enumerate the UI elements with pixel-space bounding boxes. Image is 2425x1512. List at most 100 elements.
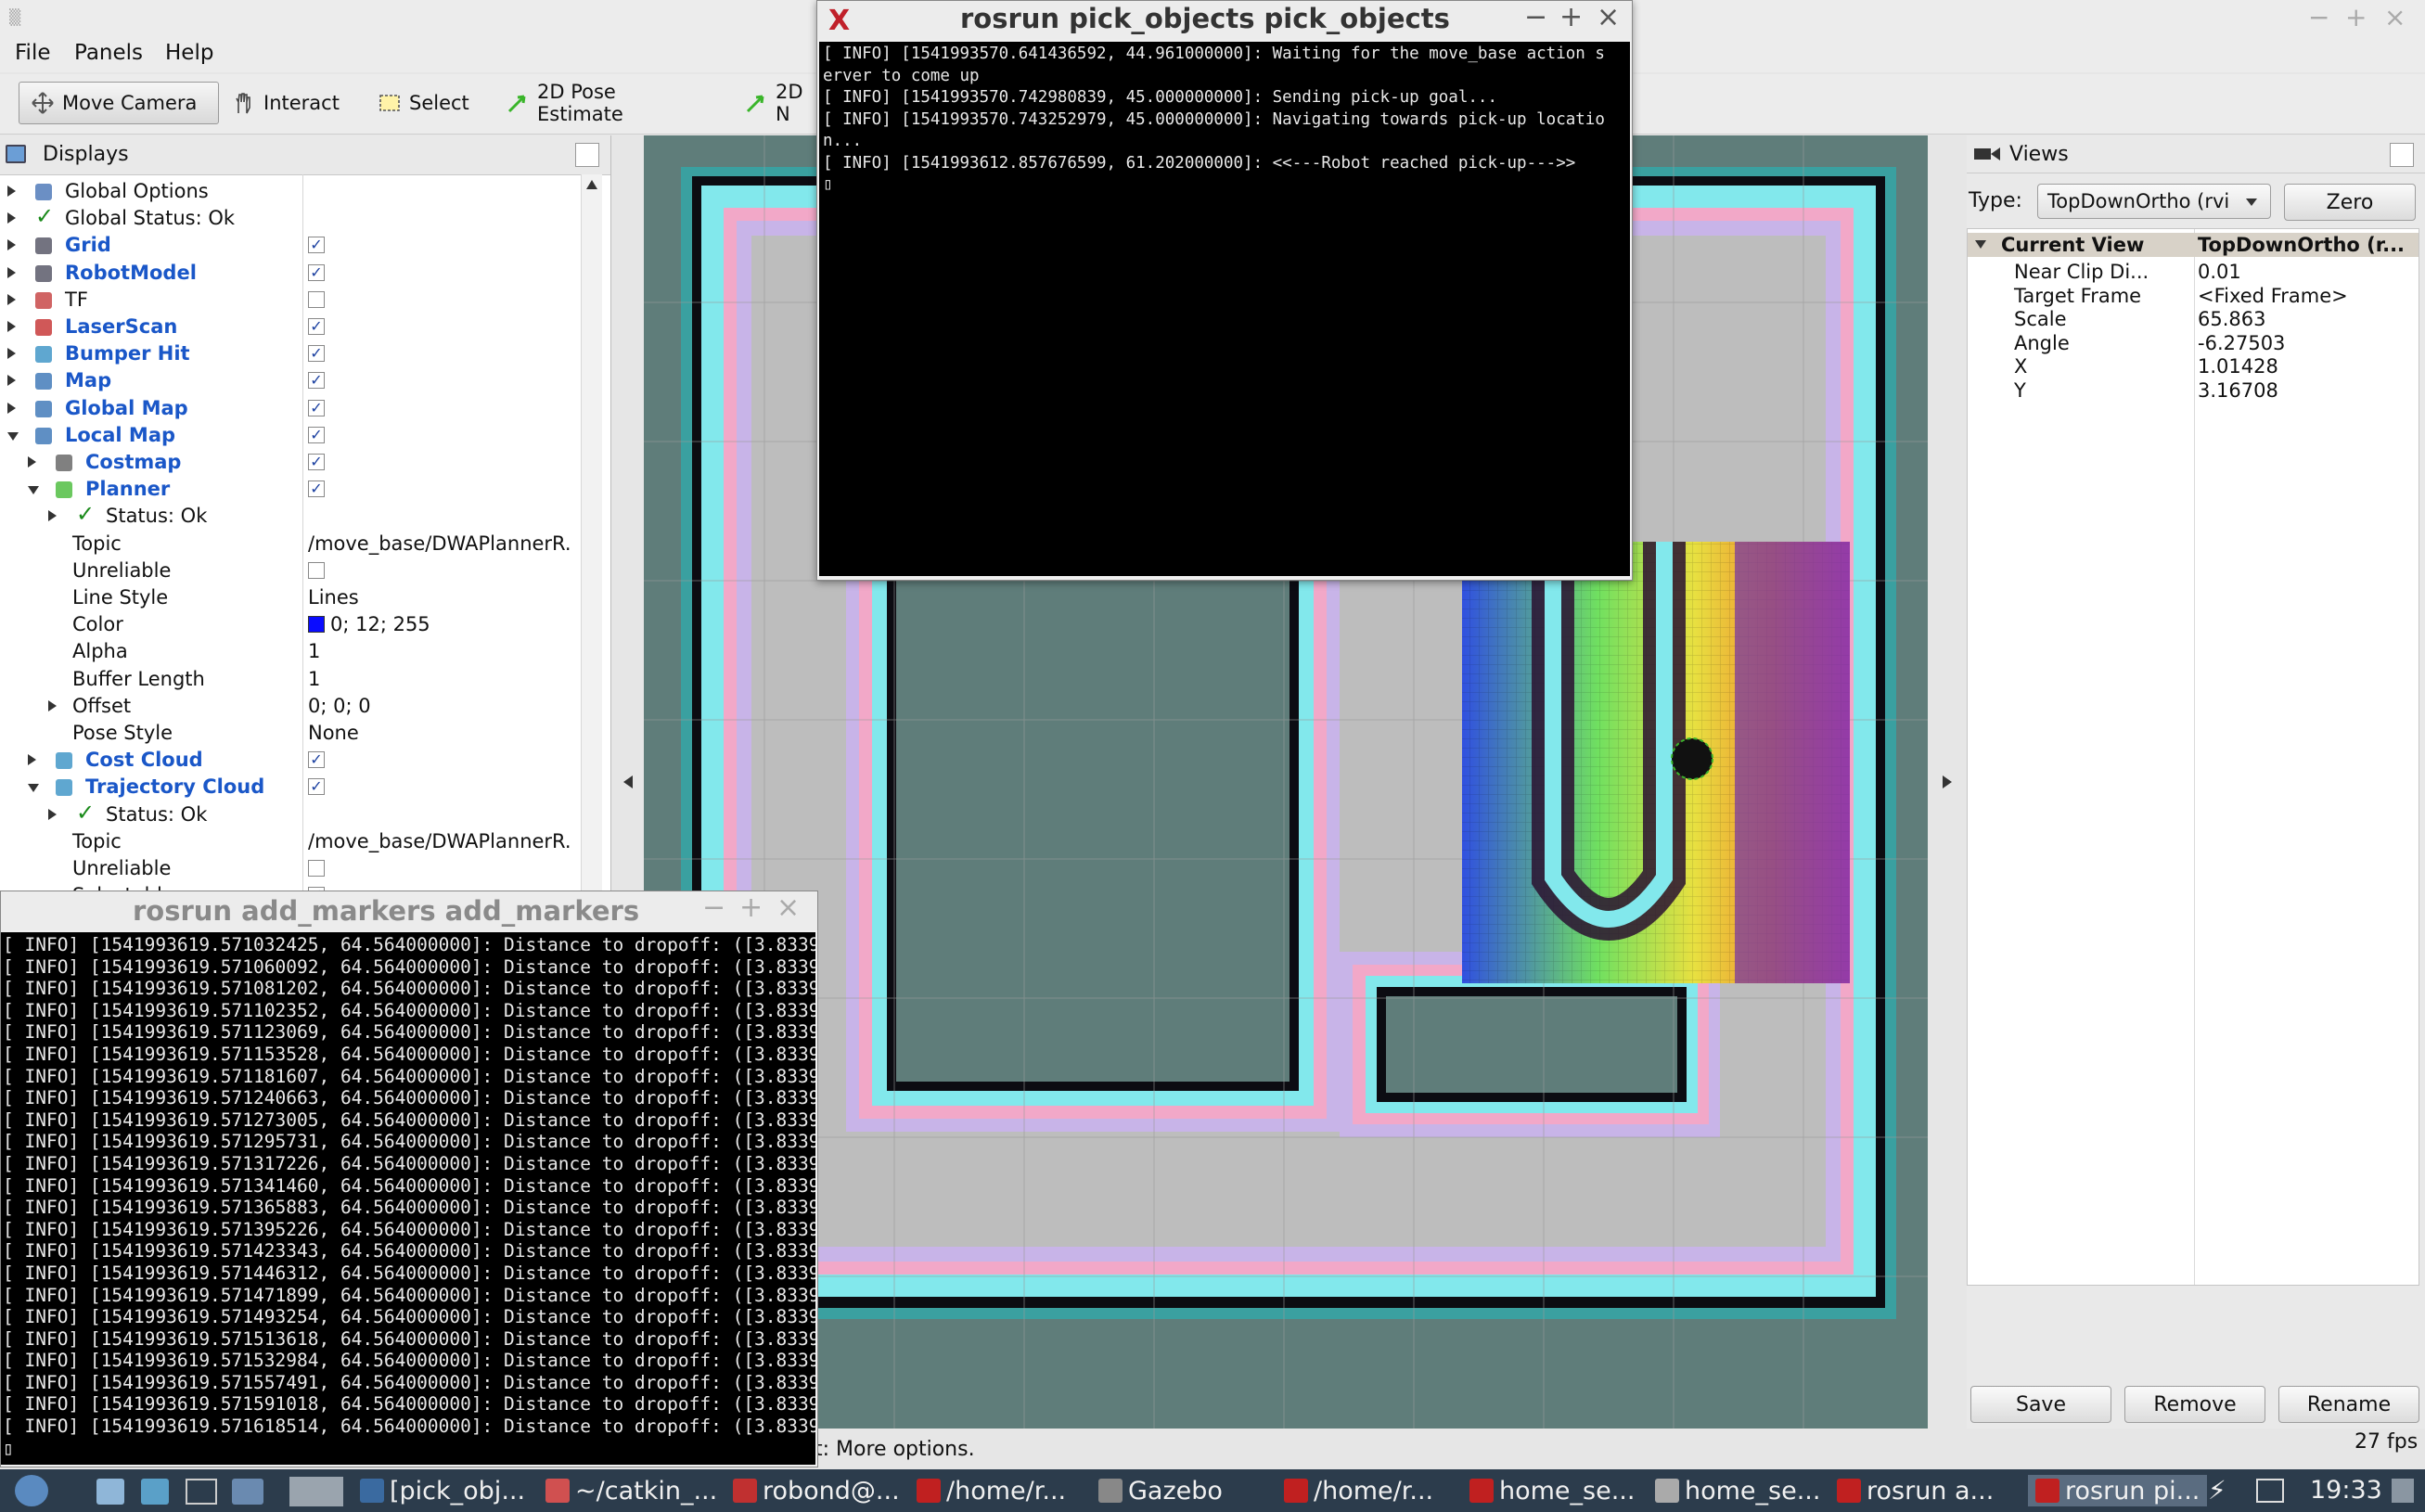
collapsed-arrow-icon[interactable]	[7, 239, 16, 251]
taskbar-window-button[interactable]: /home/r...	[917, 1475, 1066, 1506]
minimize-icon[interactable]: −	[702, 891, 725, 924]
window-icon[interactable]	[186, 1479, 217, 1505]
view-property-row[interactable]: Y 3.16708	[1968, 379, 2413, 404]
enable-checkbox[interactable]	[308, 290, 325, 308]
displays-scrollbar[interactable]	[581, 174, 602, 898]
enable-checkbox[interactable]: ✓	[308, 778, 325, 796]
interact-tool[interactable]: Interact	[221, 82, 351, 124]
collapsed-arrow-icon[interactable]	[7, 375, 16, 387]
display-row-value[interactable]: /move_base/DWAPlannerR.	[308, 532, 571, 555]
close-icon[interactable]: ×	[1597, 1, 1620, 33]
desktop-corner-icon[interactable]	[2392, 1479, 2414, 1503]
float-panel-button[interactable]	[575, 143, 599, 167]
terminal-output[interactable]: [ INFO] [1541993570.641436592, 44.961000…	[819, 42, 1630, 576]
view-property-row[interactable]: X 1.01428	[1968, 355, 2413, 379]
zero-button[interactable]: Zero	[2284, 184, 2416, 221]
minimize-icon[interactable]: −	[1524, 1, 1547, 33]
rename-view-button[interactable]: Rename	[2278, 1386, 2419, 1423]
display-row[interactable]: Pose Style None	[0, 720, 581, 747]
move-camera-tool[interactable]: Move Camera	[19, 82, 219, 124]
power-icon[interactable]: ⚡	[2208, 1475, 2226, 1506]
taskbar-window-button[interactable]: home_se...	[1469, 1475, 1635, 1506]
collapsed-arrow-icon[interactable]	[28, 754, 36, 766]
display-row[interactable]: Alpha 1	[0, 638, 581, 665]
taskbar-window-button[interactable]: home_se...	[1655, 1475, 1820, 1506]
collapse-right-icon[interactable]	[1943, 775, 1952, 788]
type-select[interactable]: TopDownOrtho (rvi	[2037, 184, 2271, 219]
network-icon[interactable]	[2256, 1479, 2284, 1503]
expanded-arrow-icon[interactable]	[7, 431, 19, 441]
display-row[interactable]: Grid ✓	[0, 232, 581, 259]
expanded-arrow-icon[interactable]	[28, 784, 39, 793]
enable-checkbox[interactable]: ✓	[308, 426, 325, 443]
display-row[interactable]: Local Map ✓	[0, 422, 581, 449]
collapsed-arrow-icon[interactable]	[7, 293, 16, 305]
pick-objects-terminal[interactable]: X rosrun pick_objects pick_objects − + ×…	[816, 0, 1633, 581]
display-row[interactable]: Map ✓	[0, 367, 581, 394]
collapsed-arrow-icon[interactable]	[7, 402, 16, 414]
collapsed-arrow-icon[interactable]	[7, 186, 16, 197]
display-row[interactable]: Offset 0; 0; 0	[0, 693, 581, 720]
current-view-row[interactable]: Current View TopDownOrtho (r...	[1968, 233, 2419, 257]
maximize-icon[interactable]: +	[739, 891, 763, 924]
float-panel-button[interactable]	[2390, 143, 2414, 167]
collapsed-arrow-icon[interactable]	[7, 348, 16, 360]
display-row-value[interactable]: 1	[308, 668, 320, 690]
taskbar-window-button[interactable]: Gazebo	[1098, 1475, 1223, 1506]
display-row[interactable]: Topic/move_base/DWAPlannerR.	[0, 531, 581, 557]
menu-help[interactable]: Help	[165, 41, 213, 65]
display-row[interactable]: RobotModel ✓	[0, 260, 581, 287]
display-row[interactable]: Costmap ✓	[0, 449, 581, 476]
display-row[interactable]: Global Map ✓	[0, 395, 581, 422]
select-tool[interactable]: Select	[366, 82, 476, 124]
terminal-titlebar[interactable]: rosrun add_markers add_markers − + ×	[1, 891, 817, 930]
display-row[interactable]: Planner ✓	[0, 476, 581, 503]
menu-panels[interactable]: Panels	[74, 41, 143, 65]
close-icon[interactable]: ×	[2384, 2, 2406, 32]
display-row[interactable]: Line Style Lines	[0, 584, 581, 611]
collapsed-arrow-icon[interactable]	[7, 266, 16, 278]
collapsed-arrow-icon[interactable]	[48, 808, 57, 820]
display-row-value[interactable]: Lines	[308, 586, 359, 609]
display-row[interactable]: Color 0; 12; 255	[0, 611, 581, 638]
browser-icon[interactable]	[141, 1479, 169, 1505]
display-row[interactable]: Buffer Length 1	[0, 666, 581, 693]
display-row[interactable]: TF	[0, 287, 581, 314]
taskbar-window-button[interactable]: ~/catkin_...	[545, 1475, 717, 1506]
enable-checkbox[interactable]: ✓	[308, 454, 325, 470]
display-row-value[interactable]: /move_base/DWAPlannerR.	[308, 830, 571, 852]
save-view-button[interactable]: Save	[1970, 1386, 2111, 1423]
display-row-value[interactable]: 0; 12; 255	[308, 613, 430, 635]
enable-checkbox[interactable]: ✓	[308, 751, 325, 769]
display-row-value[interactable]: 0; 0; 0	[308, 695, 371, 717]
display-row[interactable]: Global Options	[0, 178, 581, 205]
enable-checkbox[interactable]: ✓	[308, 318, 325, 335]
taskbar-window-button[interactable]: rosrun a...	[1837, 1475, 1994, 1506]
display-row[interactable]: Bumper Hit ✓	[0, 340, 581, 367]
collapse-arrow-icon[interactable]	[1975, 240, 1986, 249]
view-property-row[interactable]: Near Clip Di... 0.01	[1968, 261, 2413, 285]
display-row[interactable]: LaserScan ✓	[0, 314, 581, 340]
display-row[interactable]: ✓ Status: Ok	[0, 501, 581, 530]
view-property-value[interactable]: -6.27503	[2198, 332, 2285, 354]
taskbar-window-button[interactable]: rosrun pi...	[2028, 1475, 2208, 1506]
workspace-icon[interactable]	[289, 1477, 343, 1506]
enable-checkbox[interactable]: ✓	[308, 345, 325, 363]
view-property-value[interactable]: <Fixed Frame>	[2198, 285, 2348, 307]
scroll-up-icon[interactable]	[586, 180, 597, 189]
desktop-icon[interactable]	[232, 1479, 263, 1505]
view-property-row[interactable]: Angle -6.27503	[1968, 332, 2413, 356]
display-row[interactable]: Trajectory Cloud ✓	[0, 774, 581, 801]
enable-checkbox[interactable]: ✓	[308, 399, 325, 416]
close-icon[interactable]: ×	[776, 891, 800, 924]
enable-checkbox[interactable]	[308, 860, 325, 877]
collapsed-arrow-icon[interactable]	[7, 212, 16, 224]
display-row[interactable]: Unreliable	[0, 557, 581, 584]
view-property-value[interactable]: 65.863	[2198, 308, 2265, 330]
collapsed-arrow-icon[interactable]	[48, 699, 57, 711]
view-property-row[interactable]: Target Frame <Fixed Frame>	[1968, 285, 2413, 309]
collapsed-arrow-icon[interactable]	[7, 321, 16, 332]
taskbar-window-button[interactable]: robond@...	[733, 1475, 900, 1506]
view-property-value[interactable]: 0.01	[2198, 261, 2241, 283]
maximize-icon[interactable]: +	[2345, 2, 2367, 32]
